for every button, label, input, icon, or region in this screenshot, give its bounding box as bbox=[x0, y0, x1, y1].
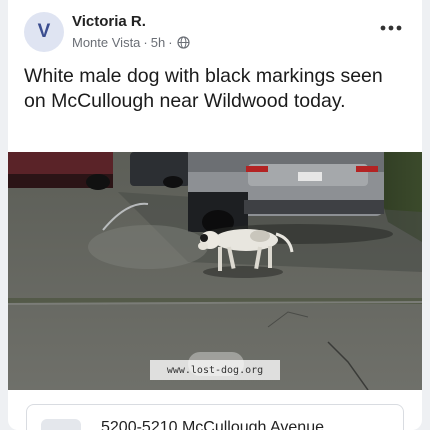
location-card[interactable]: 5200-5210 McCullough Avenue bbox=[26, 404, 404, 430]
post-text: White male dog with black markings seen … bbox=[24, 65, 383, 112]
post-meta: Monte Vista · 5h · bbox=[72, 35, 190, 50]
avatar[interactable]: V bbox=[24, 12, 64, 52]
post-time[interactable]: 5h bbox=[151, 35, 165, 50]
meta-separator: · bbox=[143, 35, 148, 50]
post-card: V Victoria R. Monte Vista · 5h · White m… bbox=[8, 0, 422, 430]
watermark: www.lost-dog.org bbox=[150, 360, 280, 380]
author-name[interactable]: Victoria R. bbox=[72, 13, 146, 30]
map-thumbnail bbox=[41, 419, 81, 430]
post-location[interactable]: Monte Vista bbox=[72, 35, 140, 50]
globe-icon bbox=[176, 36, 190, 49]
more-options-icon[interactable] bbox=[378, 18, 404, 38]
post-photo[interactable] bbox=[8, 152, 422, 390]
location-address: 5200-5210 McCullough Avenue bbox=[101, 419, 324, 430]
meta-separator: · bbox=[168, 35, 173, 50]
